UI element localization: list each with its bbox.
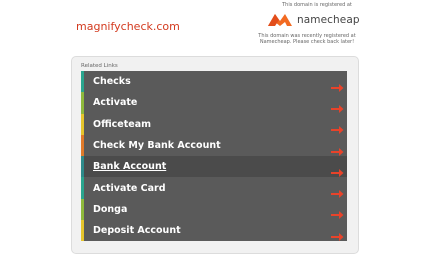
related-link-label: Bank Account [93,161,167,173]
accent-bar [81,71,84,93]
accent-bar [81,177,84,199]
recently-registered-note: This domain was recently registered at N… [258,33,356,45]
accent-bar [81,92,84,114]
related-link-donga[interactable]: Donga [81,198,347,221]
arrow-right-icon [331,226,344,241]
related-link-officeteam[interactable]: Officeteam [81,113,347,135]
related-link-label: Activate [93,97,138,109]
related-link-label: Deposit Account [93,225,181,237]
arrow-right-icon [331,205,344,220]
related-link-activate-card[interactable]: Activate Card [81,177,347,199]
arrow-right-icon [331,184,344,199]
related-link-label: Check My Bank Account [93,140,221,152]
related-link-label: Officeteam [93,118,152,130]
accent-bar [81,220,84,242]
related-link-activate[interactable]: Activate [81,92,347,114]
related-link-bank-account[interactable]: Bank Account [81,156,347,178]
related-links-heading: Related Links [81,63,118,69]
arrow-right-icon [331,98,344,113]
registrar-logo[interactable]: namecheap [266,11,360,29]
related-links-list: Checks Activate Officeteam Check My Bank… [81,71,347,242]
arrow-right-icon [331,77,344,92]
namecheap-logo-icon [266,12,294,28]
arrow-right-icon [331,120,344,135]
related-link-check-my-bank-account[interactable]: Check My Bank Account [81,134,347,157]
arrow-right-icon [331,162,344,177]
registered-note: This domain is registered at [282,2,352,8]
accent-bar [81,156,84,178]
domain-link[interactable]: magnifycheck.com [76,20,180,33]
registrar-name: namecheap [297,14,360,26]
related-link-label: Activate Card [93,182,166,194]
related-link-deposit-account[interactable]: Deposit Account [81,220,347,242]
related-link-checks[interactable]: Checks [81,71,347,93]
accent-bar [81,134,84,157]
accent-bar [81,113,84,135]
related-links-panel: Related Links Checks Activate Officeteam… [71,56,359,254]
related-link-label: Checks [93,76,131,88]
accent-bar [81,198,84,221]
arrow-right-icon [331,141,344,156]
related-link-label: Donga [93,203,128,215]
